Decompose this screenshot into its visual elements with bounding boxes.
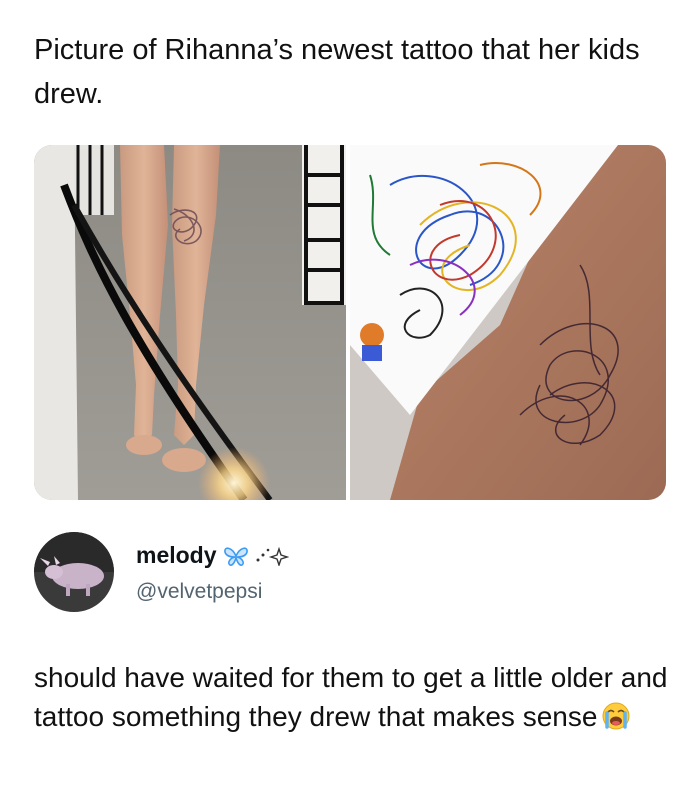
media-gallery[interactable] (34, 145, 666, 500)
animal-avatar-icon (34, 532, 114, 612)
user-handle[interactable]: @velvetpepsi (136, 580, 262, 604)
name-row: melody (136, 542, 289, 569)
drawing-tattoo-image (350, 145, 666, 500)
loudly-crying-face-icon (601, 701, 631, 731)
sparkle-icon (255, 546, 289, 567)
tweet-text: should have waited for them to get a lit… (34, 658, 674, 736)
tweet-text-body: should have waited for them to get a lit… (34, 662, 668, 732)
drawing-tattoo-photo[interactable] (350, 145, 666, 500)
legs-tattoo-image (34, 145, 346, 500)
legs-tattoo-photo[interactable] (34, 145, 346, 500)
butterfly-icon (223, 545, 249, 567)
tweet-author[interactable]: melody @velvetpepsi (34, 532, 634, 614)
post-caption: Picture of Rihanna’s newest tattoo that … (34, 34, 640, 110)
avatar[interactable] (34, 532, 114, 612)
display-name[interactable]: melody (136, 542, 217, 569)
